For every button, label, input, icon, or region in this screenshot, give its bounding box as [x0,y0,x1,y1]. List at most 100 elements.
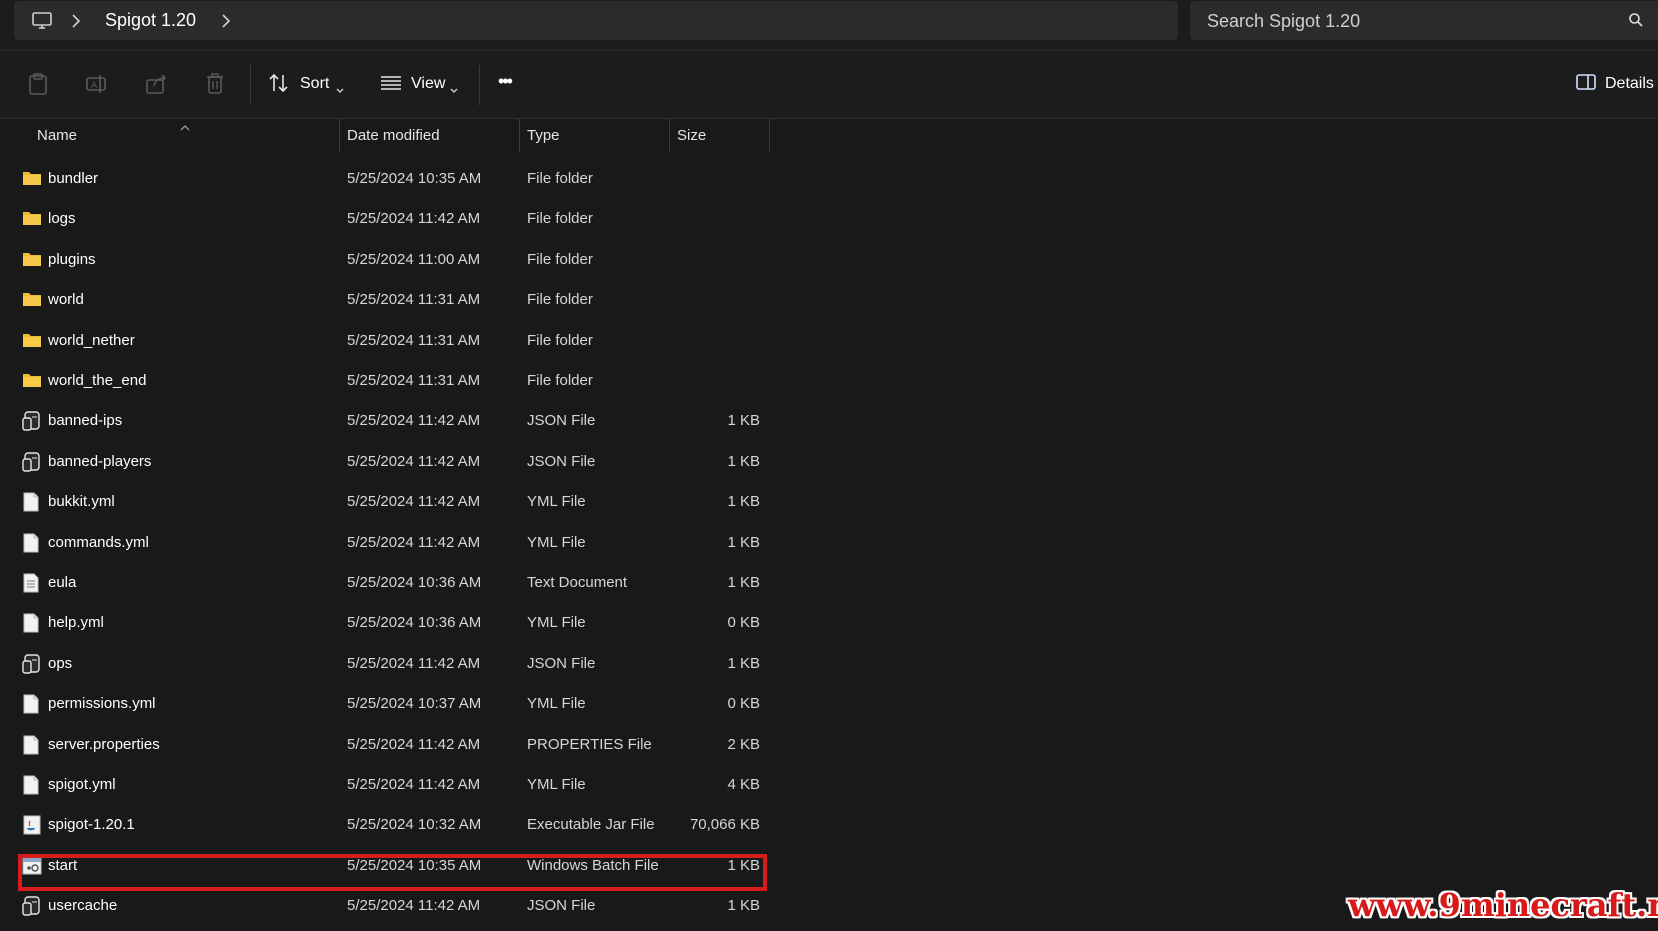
file-name: world [48,291,84,309]
sort-ascending-icon [179,119,191,137]
search-input[interactable]: Search Spigot 1.20 [1190,1,1658,40]
file-icon [22,775,42,795]
address-bar[interactable]: Spigot 1.20 [14,1,1178,40]
file-size: 70,066 KB [689,816,760,834]
sort-button[interactable]: Sort [300,75,329,93]
file-row[interactable]: banned-players 5/25/2024 11:42 AM JSON Fil… [0,440,1658,481]
file-size: 4 KB [727,776,760,793]
delete-icon[interactable] [204,72,226,101]
file-size: 1 KB [727,533,760,551]
file-date-modified: 5/25/2024 10:37 AM [347,695,482,713]
file-size: 1 KB [727,452,760,470]
folder-icon [22,250,42,270]
file-type: JSON File [527,412,596,430]
file-row[interactable]: world 5/25/2024 11:31 AM File folder [0,278,1658,319]
search-placeholder: Search Spigot 1.20 [1207,11,1361,31]
folder-icon [22,331,42,351]
more-options-button[interactable]: ••• [498,71,513,92]
file-row[interactable]: permissions.yml 5/25/2024 10:37 AM YML Fil… [0,682,1658,723]
chevron-down-icon[interactable] [335,82,345,100]
file-type: YML File [527,533,586,551]
column-header-name[interactable]: Name [37,127,77,144]
file-row[interactable]: logs 5/25/2024 11:42 AM File folder [0,197,1658,238]
view-button[interactable]: View [411,75,445,93]
file-name: world_the_end [48,372,147,389]
file-row[interactable]: bundler 5/25/2024 10:35 AM File folder [0,157,1658,198]
details-pane-icon[interactable] [1575,73,1597,96]
paste-icon[interactable] [27,72,49,101]
file-name: spigot-1.20.1 [48,816,135,834]
chevron-right-icon[interactable] [70,13,82,34]
file-row[interactable]: banned-ips 5/25/2024 11:42 AM JSON File 1 K… [0,399,1658,440]
text-file-icon [22,573,42,593]
file-row[interactable]: help.yml 5/25/2024 10:36 AM YML File 0 KB [0,601,1658,642]
folder-icon [22,209,42,229]
json-file-icon [22,896,42,916]
file-type: JSON File [527,897,596,915]
file-name: usercache [48,897,118,915]
file-name: logs [48,210,76,228]
file-date-modified: 5/25/2024 11:42 AM [347,533,481,551]
file-date-modified: 5/25/2024 10:32 AM [347,816,482,834]
rename-icon[interactable]: A [85,72,109,101]
file-name: permissions.yml [48,695,156,713]
column-divider[interactable] [669,119,670,152]
file-icon [22,694,42,714]
file-date-modified: 5/25/2024 11:42 AM [347,452,481,470]
file-type: PROPERTIES File [527,735,652,753]
file-row[interactable]: world_nether 5/25/2024 11:31 AM File folde… [0,319,1658,360]
file-type: File folder [527,170,593,187]
file-row[interactable]: spigot-1.20.1 5/25/2024 10:32 AM Executabl… [0,803,1658,844]
column-header-size[interactable]: Size [677,127,706,144]
file-name: server.properties [48,735,160,753]
file-date-modified: 5/25/2024 11:42 AM [347,412,481,430]
chevron-right-icon[interactable] [220,13,232,34]
file-size: 1 KB [727,897,760,915]
file-type: YML File [527,493,586,511]
sort-icon[interactable] [268,73,290,98]
file-type: Text Document [527,574,628,591]
file-size: 1 KB [727,412,760,430]
column-divider[interactable] [519,119,520,152]
file-row[interactable]: server.properties 5/25/2024 11:42 AM PROPE… [0,723,1658,764]
jar-file-icon [22,815,42,835]
file-date-modified: 5/25/2024 10:35 AM [347,170,482,187]
this-pc-icon[interactable] [31,11,53,36]
view-icon[interactable] [380,75,402,96]
search-icon[interactable] [1628,12,1644,33]
file-row[interactable]: bukkit.yml 5/25/2024 11:42 AM YML File 1 KB [0,480,1658,521]
file-type: Executable Jar File [527,816,655,834]
share-icon[interactable] [145,72,169,101]
file-name: spigot.yml [48,776,116,793]
file-type: File folder [527,250,593,268]
folder-icon [22,371,42,391]
column-divider[interactable] [339,119,340,152]
file-type: JSON File [527,654,596,672]
file-row[interactable]: spigot.yml 5/25/2024 11:42 AM YML File 4 KB [0,763,1658,804]
chevron-down-icon[interactable] [449,82,459,100]
column-header-type[interactable]: Type [527,127,560,144]
file-size: 1 KB [727,654,760,672]
file-name: bukkit.yml [48,493,115,511]
file-type: YML File [527,776,586,793]
file-name: bundler [48,170,99,187]
json-file-icon [22,411,42,432]
file-row[interactable]: commands.yml 5/25/2024 11:42 AM YML File 1 … [0,521,1658,562]
file-row[interactable]: world_the_end 5/25/2024 11:31 AM File fold… [0,359,1658,400]
details-button[interactable]: Details [1605,75,1654,93]
highlight-box [18,854,767,891]
file-name: banned-players [48,452,152,470]
column-divider[interactable] [769,119,770,152]
folder-icon [22,169,42,189]
file-date-modified: 5/25/2024 11:42 AM [347,897,481,915]
file-name: banned-ips [48,412,123,430]
file-row[interactable]: plugins 5/25/2024 11:00 AM File folder [0,238,1658,279]
file-type: File folder [527,372,593,389]
column-header-date[interactable]: Date modified [347,127,440,144]
file-row[interactable]: eula 5/25/2024 10:36 AM Text Document 1 KB [0,561,1658,602]
file-row[interactable]: ops 5/25/2024 11:42 AM JSON File 1 KB [0,642,1658,683]
file-date-modified: 5/25/2024 11:31 AM [347,372,481,389]
breadcrumb-spigot[interactable]: Spigot 1.20 [105,10,196,31]
file-date-modified: 5/25/2024 10:36 AM [347,614,482,632]
file-size: 0 KB [727,695,760,713]
